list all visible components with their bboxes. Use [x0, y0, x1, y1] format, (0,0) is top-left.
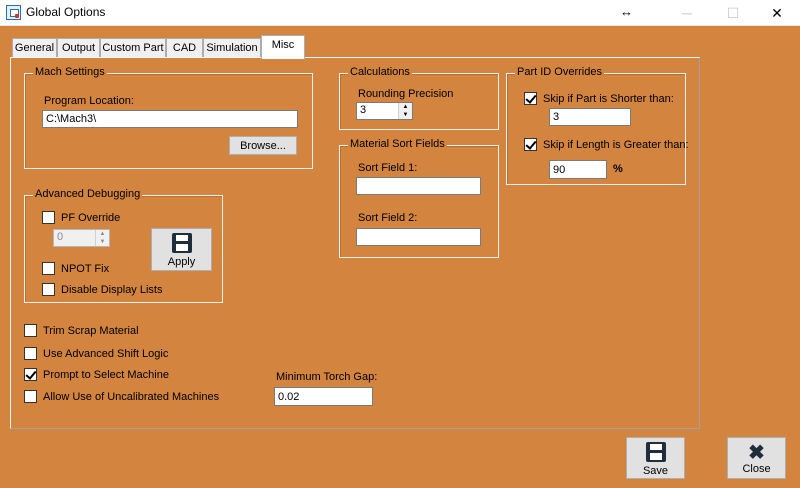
tab-custom-part[interactable]: Custom Part — [100, 38, 166, 58]
trim-scrap-label: Trim Scrap Material — [43, 324, 139, 337]
close-button[interactable]: ✖ Close — [727, 437, 786, 479]
spin-down-icon[interactable]: ▼ — [399, 111, 412, 119]
floppy-disk-icon — [645, 441, 666, 462]
npot-fix-checkbox[interactable]: NPOT Fix — [42, 262, 109, 275]
program-location-label: Program Location: — [44, 95, 134, 107]
save-label: Save — [642, 464, 669, 477]
checkbox-unchecked-icon[interactable] — [24, 324, 37, 337]
close-label: Close — [742, 462, 771, 475]
calculations-title: Calculations — [348, 66, 412, 78]
advanced-debugging-title: Advanced Debugging — [33, 188, 143, 200]
tab-output[interactable]: Output — [57, 38, 100, 58]
checkbox-unchecked-icon[interactable] — [24, 347, 37, 360]
trim-scrap-checkbox[interactable]: Trim Scrap Material — [24, 324, 139, 337]
sort-field-1-label: Sort Field 1: — [358, 162, 418, 174]
spin-up-icon: ▲ — [99, 231, 106, 237]
close-x-icon: ✖ — [748, 441, 765, 464]
title-bar: Global Options ↔ ─ ☐ ✕ — [0, 0, 800, 26]
skip-shorter-input[interactable] — [549, 108, 631, 126]
advanced-shift-label: Use Advanced Shift Logic — [43, 347, 169, 360]
mach-settings-title: Mach Settings — [33, 66, 107, 78]
minimize-button[interactable]: ─ — [664, 0, 710, 26]
pf-override-label: PF Override — [61, 211, 121, 224]
material-sort-fields-title: Material Sort Fields — [348, 138, 447, 150]
checkbox-checked-icon[interactable] — [524, 92, 537, 105]
apply-button[interactable]: Apply — [151, 228, 212, 271]
checkbox-unchecked-icon[interactable] — [42, 283, 55, 296]
prompt-machine-checkbox[interactable]: Prompt to Select Machine — [24, 368, 169, 381]
prompt-machine-label: Prompt to Select Machine — [43, 368, 169, 381]
pf-override-value: 0 — [57, 231, 64, 243]
minimum-torch-gap-input[interactable] — [274, 387, 373, 406]
checkbox-unchecked-icon[interactable] — [42, 211, 55, 224]
skip-shorter-checkbox[interactable]: Skip if Part is Shorter than: — [524, 92, 674, 105]
rounding-precision-label: Rounding Precision — [358, 88, 454, 100]
npot-fix-label: NPOT Fix — [61, 262, 110, 275]
pf-override-checkbox[interactable]: PF Override — [42, 211, 120, 224]
resize-arrows-icon: ↔ — [620, 4, 633, 19]
rounding-precision-value: 3 — [360, 104, 367, 116]
tab-simulation[interactable]: Simulation — [203, 38, 261, 58]
skip-longer-checkbox[interactable]: Skip if Length is Greater than: — [524, 138, 689, 151]
apply-label: Apply — [167, 256, 196, 268]
tab-cad[interactable]: CAD — [166, 38, 203, 58]
spin-down-icon: ▼ — [99, 239, 106, 245]
disable-display-lists-checkbox[interactable]: Disable Display Lists — [42, 283, 162, 296]
part-id-overrides-title: Part ID Overrides — [515, 66, 604, 78]
close-window-button[interactable]: ✕ — [754, 0, 800, 26]
skip-longer-label: Skip if Length is Greater than: — [543, 138, 689, 151]
uncalibrated-machines-checkbox[interactable]: Allow Use of Uncalibrated Machines — [24, 390, 219, 403]
checkbox-checked-icon[interactable] — [524, 138, 537, 151]
sort-field-2-label: Sort Field 2: — [358, 212, 418, 224]
program-location-input[interactable] — [42, 110, 298, 128]
spinner-arrows: ▲ ▼ — [95, 230, 109, 246]
floppy-disk-icon — [171, 233, 192, 253]
uncalibrated-machines-label: Allow Use of Uncalibrated Machines — [43, 390, 220, 403]
rounding-precision-spinner[interactable]: 3 ▲ ▼ — [356, 102, 413, 120]
tab-misc[interactable]: Misc — [261, 35, 305, 59]
pf-override-spinner: 0 ▲ ▼ — [53, 229, 110, 247]
maximize-button[interactable]: ☐ — [710, 0, 756, 26]
advanced-shift-checkbox[interactable]: Use Advanced Shift Logic — [24, 347, 168, 360]
skip-longer-input[interactable] — [549, 160, 607, 179]
window-title: Global Options — [26, 5, 106, 19]
skip-shorter-label: Skip if Part is Shorter than: — [543, 92, 674, 105]
checkbox-unchecked-icon[interactable] — [24, 390, 37, 403]
spin-up-icon[interactable]: ▲ — [399, 103, 412, 111]
tab-general[interactable]: General — [12, 38, 57, 58]
percent-sign: % — [613, 163, 623, 175]
minimum-torch-gap-label: Minimum Torch Gap: — [276, 371, 378, 383]
sort-field-1-input[interactable] — [356, 177, 481, 195]
save-button[interactable]: Save — [626, 437, 685, 479]
browse-button[interactable]: Browse... — [229, 136, 297, 155]
app-icon — [6, 5, 21, 20]
checkbox-checked-icon[interactable] — [24, 368, 37, 381]
spinner-arrows[interactable]: ▲ ▼ — [398, 103, 412, 119]
disable-display-lists-label: Disable Display Lists — [61, 283, 163, 296]
sort-field-2-input[interactable] — [356, 228, 481, 246]
checkbox-unchecked-icon[interactable] — [42, 262, 55, 275]
